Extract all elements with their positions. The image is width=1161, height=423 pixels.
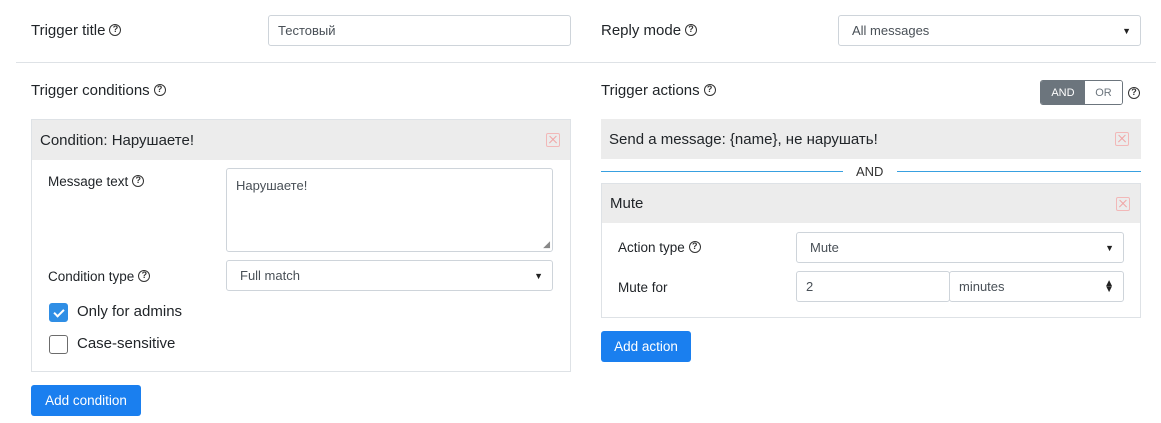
action-type-select[interactable]: Mute ▼ [796,232,1124,263]
close-square-icon[interactable] [1115,132,1129,146]
condition-card-header: Condition: Нарушаете! [32,120,570,160]
actions-toggle-help: ? [1124,85,1140,102]
and-or-toggle: AND OR [1040,80,1123,105]
condition-type-label: Condition type? [48,269,151,284]
caret-down-icon: ▼ [534,270,543,281]
condition-type-select[interactable]: Full match ▼ [226,260,553,291]
toggle-and[interactable]: AND [1041,81,1085,104]
mute-for-input[interactable]: 2 [796,271,950,302]
reply-mode-select[interactable]: All messages ▼ [838,15,1141,46]
add-action-button[interactable]: Add action [601,331,691,362]
trigger-title-label: Trigger title? [31,22,122,39]
divider [16,62,1156,63]
only-admins-label[interactable]: Only for admins [77,303,182,320]
close-square-icon[interactable] [1116,197,1130,211]
mute-action-card: Mute Action type? Mute ▼ Mute for 2 minu… [601,183,1141,318]
close-square-icon[interactable] [546,133,560,147]
help-icon[interactable]: ? [132,175,145,188]
trigger-title-input[interactable]: Тестовый [268,15,571,46]
message-text-label: Message text? [48,174,145,189]
add-condition-button[interactable]: Add condition [31,385,141,416]
trigger-conditions-heading: Trigger conditions? [31,82,166,99]
condition-card: Condition: Нарушаете! Message text? Нару… [31,119,571,372]
help-icon[interactable]: ? [685,24,698,37]
resize-handle-icon[interactable]: ◢ [543,239,550,250]
caret-down-icon: ▼ [1122,25,1131,36]
case-sensitive-checkbox[interactable] [49,335,68,354]
help-icon[interactable]: ? [109,24,122,37]
help-icon[interactable]: ? [688,241,701,254]
help-icon[interactable]: ? [703,84,716,97]
case-sensitive-label[interactable]: Case-sensitive [77,335,175,352]
help-icon[interactable]: ? [138,270,151,283]
mute-for-label: Mute for [618,280,668,295]
message-text-textarea[interactable]: Нарушаете! ◢ [226,168,553,252]
trigger-actions-heading: Trigger actions? [601,82,716,99]
caret-down-icon: ▼ [1105,242,1114,253]
and-separator-label: AND [856,164,884,179]
updown-caret-icon: ▲ ▼ [1104,277,1114,295]
action-send-message-header: Send a message: {name}, не нарушать! [601,119,1141,159]
separator-line-left [601,171,843,172]
mute-action-header: Mute [602,184,1140,223]
reply-mode-label: Reply mode? [601,22,698,39]
separator-line-right [897,171,1141,172]
only-admins-checkbox[interactable] [49,303,68,322]
action-type-label: Action type? [618,240,701,255]
mute-unit-select[interactable]: minutes ▲ ▼ [949,271,1124,302]
toggle-or[interactable]: OR [1084,81,1122,104]
help-icon[interactable]: ? [153,84,166,97]
help-icon[interactable]: ? [1128,87,1140,100]
